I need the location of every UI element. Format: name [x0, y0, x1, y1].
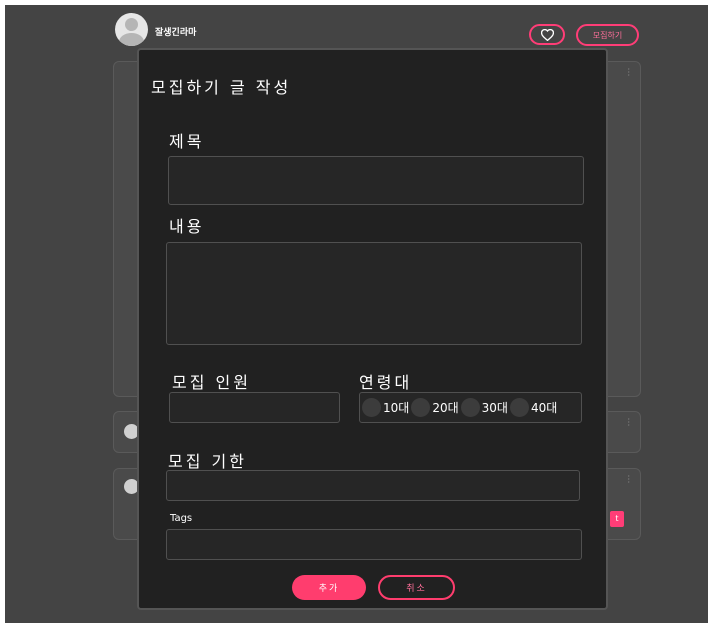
heart-icon: [540, 28, 554, 41]
age-option-40[interactable]: 40대: [509, 398, 558, 417]
age-option-label: 30대: [481, 401, 508, 415]
avatar-head: [125, 18, 138, 31]
headcount-label: 모집 인원: [172, 373, 251, 392]
more-icon[interactable]: · · ·: [627, 66, 630, 80]
recruit-button[interactable]: 모집하기: [576, 24, 639, 46]
radio-button[interactable]: [362, 398, 381, 417]
deadline-input[interactable]: [166, 470, 580, 501]
radio-button[interactable]: [509, 398, 529, 417]
avatar-body: [119, 33, 144, 46]
deadline-label: 모집 기한: [168, 452, 247, 471]
radio-button[interactable]: [460, 398, 480, 417]
age-option-10[interactable]: 10대: [362, 398, 409, 417]
username: 잘생긴라마: [155, 28, 197, 38]
age-radio-group: 10대 20대 30대 40대: [359, 392, 582, 423]
age-label: 연령대: [359, 373, 413, 392]
more-icon[interactable]: · · ·: [627, 416, 630, 430]
app-viewport: 잘생긴라마 모집하기 · · · · · · · · · t 모집하기 글 작성 제목 내용…: [5, 5, 708, 623]
content-textarea[interactable]: [166, 242, 582, 345]
tags-input[interactable]: [166, 529, 582, 560]
title-input[interactable]: [168, 156, 584, 205]
like-button[interactable]: [529, 24, 565, 45]
avatar[interactable]: [115, 13, 148, 46]
more-icon[interactable]: · · ·: [627, 473, 630, 487]
age-option-label: 10대: [383, 401, 410, 415]
modal-title: 모집하기 글 작성: [151, 78, 292, 97]
age-option-30[interactable]: 30대: [460, 398, 508, 417]
add-button[interactable]: 추가: [292, 575, 366, 600]
cancel-button[interactable]: 취소: [378, 575, 455, 600]
age-option-20[interactable]: 20대: [411, 398, 459, 417]
content-label: 내용: [169, 217, 205, 236]
age-option-label: 20대: [432, 401, 459, 415]
create-post-modal: 모집하기 글 작성 제목 내용 모집 인원 연령대 10대 20대 30대 40…: [137, 48, 608, 610]
tag-badge: t: [610, 511, 624, 527]
age-option-label: 40대: [530, 401, 558, 415]
title-label: 제목: [169, 132, 205, 151]
tags-label: Tags: [170, 513, 193, 524]
headcount-input[interactable]: [169, 392, 340, 423]
radio-button[interactable]: [411, 398, 431, 417]
